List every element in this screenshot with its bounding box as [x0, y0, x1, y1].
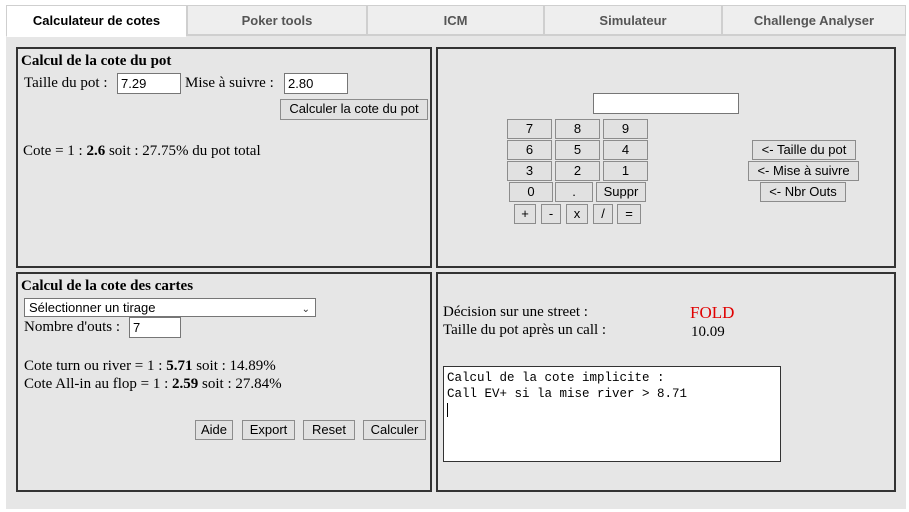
bet-to-call-input[interactable]: 2.80: [284, 73, 348, 94]
allin-flop-odds: Cote All-in au flop = 1 : 2.59 soit : 27…: [24, 376, 282, 393]
implied-odds-line2: Call EV+ si la mise river > 8.71: [447, 387, 688, 401]
tab-challenge-analyser[interactable]: Challenge Analyser: [722, 5, 906, 35]
key-5[interactable]: 5: [555, 140, 600, 160]
op-equals[interactable]: =: [617, 204, 641, 224]
implied-odds-textarea[interactable]: Calcul de la cote implicite : Call EV+ s…: [443, 366, 781, 462]
reset-button[interactable]: Reset: [303, 420, 355, 440]
key-3[interactable]: 3: [507, 161, 552, 181]
card-odds-title: Calcul de la cote des cartes: [21, 278, 194, 294]
key-2[interactable]: 2: [555, 161, 600, 181]
tab-icm[interactable]: ICM: [367, 5, 544, 35]
turn-odds-suffix: soit : 14.89%: [192, 358, 276, 374]
implied-odds-line1: Calcul de la cote implicite :: [447, 371, 665, 385]
street-decision-value: FOLD: [690, 303, 735, 322]
pot-after-call-value: 10.09: [691, 324, 725, 340]
op-multiply[interactable]: x: [566, 204, 588, 224]
allin-odds-ratio: 2.59: [172, 376, 199, 392]
key-1[interactable]: 1: [603, 161, 648, 181]
key-9[interactable]: 9: [603, 119, 648, 139]
export-button[interactable]: Export: [242, 420, 295, 440]
allin-odds-prefix: Cote All-in au flop = 1 :: [24, 376, 173, 392]
tab-calculateur-de-cotes[interactable]: Calculateur de cotes: [6, 5, 187, 37]
key-0[interactable]: 0: [509, 182, 553, 202]
op-plus[interactable]: +: [514, 204, 536, 224]
key-decimal[interactable]: .: [555, 182, 593, 202]
tab-poker-tools[interactable]: Poker tools: [187, 5, 367, 35]
op-minus[interactable]: -: [541, 204, 561, 224]
draw-select-value: Sélectionner un tirage: [29, 300, 156, 315]
pot-odds-result: Cote = 1 : 2.6 soit : 27.75% du pot tota…: [23, 143, 261, 160]
key-7[interactable]: 7: [507, 119, 552, 139]
draw-select[interactable]: Sélectionner un tirage ⌄: [24, 298, 316, 317]
pot-odds-ratio: 2.6: [86, 143, 106, 159]
pot-odds-title: Calcul de la cote du pot: [21, 53, 172, 69]
street-decision-label: Décision sur une street :: [443, 304, 588, 320]
decision-panel: Décision sur une street : FOLD Taille du…: [436, 272, 896, 492]
allin-odds-suffix: soit : 27.84%: [198, 376, 282, 392]
send-to-bet-button[interactable]: <- Mise à suivre: [748, 161, 859, 181]
pot-size-label: Taille du pot :: [24, 75, 108, 91]
bet-to-call-label: Mise à suivre :: [185, 75, 274, 91]
tab-bar: Calculateur de cotes Poker tools ICM Sim…: [6, 5, 906, 37]
key-8[interactable]: 8: [555, 119, 600, 139]
keypad-display[interactable]: [593, 93, 739, 114]
keypad-panel: 7 8 9 6 5 4 3 2 1 0 . Suppr + - x / = <-…: [436, 47, 896, 268]
op-divide[interactable]: /: [593, 204, 613, 224]
key-4[interactable]: 4: [603, 140, 648, 160]
turn-odds-prefix: Cote turn ou river = 1 :: [24, 358, 167, 374]
pot-odds-result-suffix: soit : 27.75% du pot total: [105, 143, 261, 159]
turn-river-odds: Cote turn ou river = 1 : 5.71 soit : 14.…: [24, 358, 276, 375]
pot-after-call-label: Taille du pot après un call :: [443, 322, 607, 338]
chevron-down-icon: ⌄: [301, 304, 310, 315]
pot-odds-result-prefix: Cote = 1 :: [23, 143, 87, 159]
help-button[interactable]: Aide: [195, 420, 233, 440]
outs-label: Nombre d'outs :: [24, 319, 121, 335]
key-6[interactable]: 6: [507, 140, 552, 160]
tab-simulateur[interactable]: Simulateur: [544, 5, 722, 35]
pot-size-input[interactable]: 7.29: [117, 73, 181, 94]
send-to-pot-size-button[interactable]: <- Taille du pot: [752, 140, 856, 160]
send-to-outs-button[interactable]: <- Nbr Outs: [760, 182, 846, 202]
card-odds-panel: Calcul de la cote des cartes Sélectionne…: [16, 272, 432, 492]
outs-input[interactable]: 7: [129, 317, 181, 338]
pot-odds-panel: Calcul de la cote du pot Taille du pot :…: [16, 47, 432, 268]
calculate-button[interactable]: Calculer: [363, 420, 426, 440]
key-delete[interactable]: Suppr: [596, 182, 646, 202]
text-caret: [447, 402, 448, 417]
turn-odds-ratio: 5.71: [166, 358, 193, 374]
calculate-pot-odds-button[interactable]: Calculer la cote du pot: [280, 99, 428, 120]
